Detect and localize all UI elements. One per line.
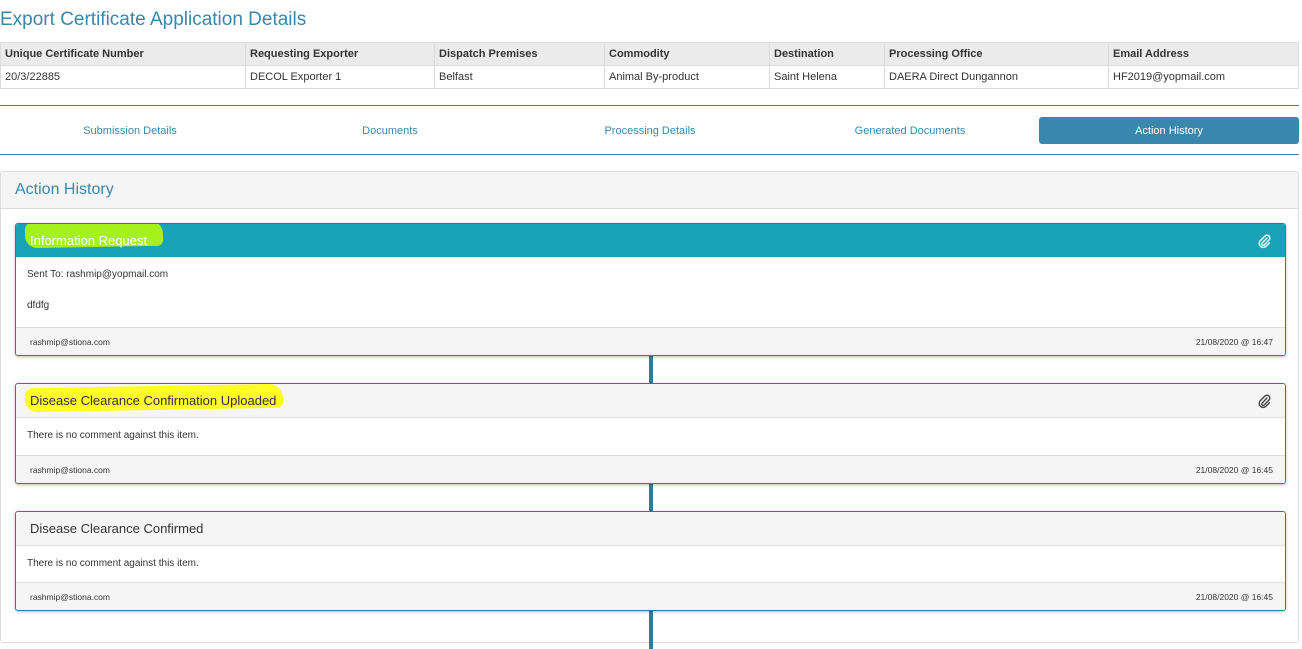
tab-action-history[interactable]: Action History — [1039, 117, 1299, 144]
paperclip-icon[interactable] — [1257, 233, 1271, 249]
history-item-disease-clearance-confirmed: Disease Clearance Confirmed There is no … — [15, 511, 1286, 611]
requesting-exporter: DECOL Exporter 1 — [245, 65, 435, 89]
history-item-comment: There is no comment against this item. — [27, 558, 199, 569]
history-item-comment: dfdfg — [27, 300, 50, 311]
history-item-timestamp: 21/08/2020 @ 16:45 — [1195, 592, 1273, 602]
summary-value-row: 20/3/22885 DECOL Exporter 1 Belfast Anim… — [0, 65, 1299, 89]
history-item-comment: There is no comment against this item. — [27, 430, 199, 441]
history-item-header: Disease Clearance Confirmation Uploaded — [16, 384, 1285, 418]
header-destination: Destination — [769, 42, 885, 66]
dispatch-premises: Belfast — [434, 65, 605, 89]
history-item-body: Sent To: rashmip@yopmail.com dfdfg — [16, 257, 1285, 327]
action-history-panel: Action History Information Request Sent … — [0, 171, 1299, 649]
timeline: Information Request Sent To: rashmip@yop… — [1, 209, 1298, 649]
certificate-summary-table: Unique Certificate Number Requesting Exp… — [0, 42, 1299, 89]
header-processing-office: Processing Office — [884, 42, 1109, 66]
history-item-header: Disease Clearance Confirmed — [16, 512, 1285, 546]
history-item-title: Disease Clearance Confirmation Uploaded — [30, 393, 277, 408]
detail-tabs: Submission Details Documents Processing … — [0, 105, 1299, 155]
timeline-connector — [649, 609, 653, 649]
header-requesting-exporter: Requesting Exporter — [245, 42, 435, 66]
history-item-user: rashmip@stiona.com — [30, 592, 110, 602]
panel-title: Action History — [1, 172, 1298, 209]
tab-submission-details[interactable]: Submission Details — [0, 117, 260, 144]
page-title: Export Certificate Application Details — [0, 9, 307, 30]
history-item-footer: rashmip@stiona.com 21/08/2020 @ 16:45 — [16, 582, 1285, 610]
history-item-footer: rashmip@stiona.com 21/08/2020 @ 16:47 — [16, 327, 1285, 355]
processing-office: DAERA Direct Dungannon — [884, 65, 1109, 89]
history-item-recipient: Sent To: rashmip@yopmail.com — [27, 269, 169, 280]
tab-documents[interactable]: Documents — [260, 117, 520, 144]
history-item-user: rashmip@stiona.com — [30, 337, 110, 347]
history-item-footer: rashmip@stiona.com 21/08/2020 @ 16:45 — [16, 455, 1285, 483]
header-certificate-number: Unique Certificate Number — [0, 42, 246, 66]
history-item-body: There is no comment against this item. — [16, 418, 1285, 455]
timeline-connector — [649, 354, 653, 383]
destination: Saint Helena — [769, 65, 885, 89]
history-item-disease-clearance-uploaded: Disease Clearance Confirmation Uploaded … — [15, 383, 1286, 484]
tab-generated-documents[interactable]: Generated Documents — [780, 117, 1040, 144]
commodity: Animal By-product — [604, 65, 770, 89]
history-item-user: rashmip@stiona.com — [30, 465, 110, 475]
header-email-address: Email Address — [1108, 42, 1299, 66]
history-item-header: Information Request — [16, 224, 1285, 257]
timeline-connector — [649, 482, 653, 512]
history-item-title: Information Request — [30, 233, 148, 248]
history-item-information-request: Information Request Sent To: rashmip@yop… — [15, 223, 1286, 356]
history-item-timestamp: 21/08/2020 @ 16:45 — [1195, 465, 1273, 475]
email-address: HF2019@yopmail.com — [1108, 65, 1299, 89]
tab-processing-details[interactable]: Processing Details — [520, 117, 780, 144]
paperclip-icon[interactable] — [1257, 393, 1271, 409]
summary-header-row: Unique Certificate Number Requesting Exp… — [0, 42, 1299, 66]
header-commodity: Commodity — [604, 42, 770, 66]
header-dispatch-premises: Dispatch Premises — [434, 42, 605, 66]
history-item-timestamp: 21/08/2020 @ 16:47 — [1195, 337, 1273, 347]
certificate-number: 20/3/22885 — [0, 65, 246, 89]
history-item-body: There is no comment against this item. — [16, 546, 1285, 582]
history-item-title: Disease Clearance Confirmed — [30, 521, 204, 536]
